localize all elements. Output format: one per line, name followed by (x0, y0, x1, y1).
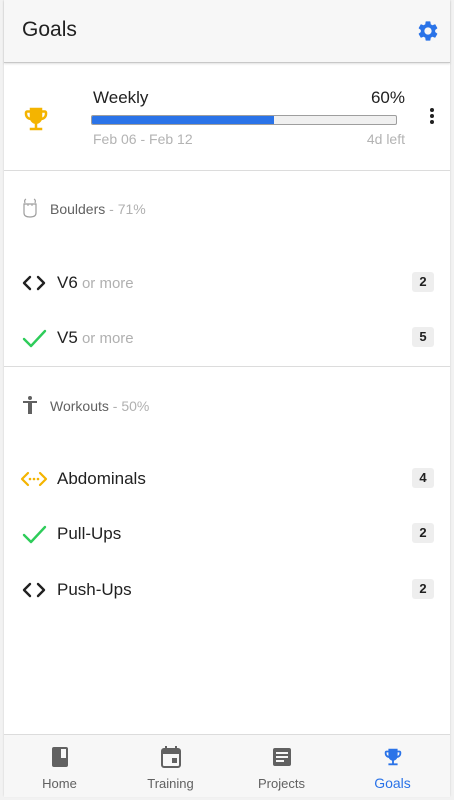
code-brackets-icon (22, 275, 46, 291)
gear-icon[interactable] (416, 19, 440, 43)
weekly-goal-card[interactable]: Weekly 60% Feb 06 - Feb 12 4d left (4, 64, 450, 171)
weekly-label: Weekly (93, 88, 149, 107)
goal-label: V5 or more (57, 328, 134, 347)
weekly-percent: 60% (370, 88, 405, 107)
weekly-time-left: 4d left (366, 131, 405, 147)
nav-goals[interactable]: Goals (337, 735, 448, 797)
count-badge: 2 (412, 523, 434, 543)
goal-row-abdominals[interactable]: Abdominals 4 (4, 459, 450, 499)
section-title: Workouts - 50% (50, 398, 150, 414)
nav-label: Training (147, 776, 194, 791)
goal-label: Push-Ups (57, 580, 132, 599)
weekly-progress-fill (92, 116, 275, 124)
goal-label: Abdominals (57, 469, 146, 488)
goal-row-push-ups[interactable]: Push-Ups 2 (4, 570, 450, 610)
nav-projects[interactable]: Projects (226, 735, 337, 797)
more-options-icon[interactable] (428, 108, 436, 128)
chalk-bag-icon (23, 198, 37, 218)
trophy-icon (384, 748, 402, 766)
calendar-icon (161, 746, 181, 768)
goal-label: Pull-Ups (57, 524, 122, 543)
section-divider (4, 366, 450, 367)
code-brackets-icon (22, 582, 46, 598)
nav-label: Home (42, 776, 77, 791)
nav-label: Projects (258, 776, 305, 791)
goal-label: V6 or more (57, 273, 134, 292)
weekly-dates: Feb 06 - Feb 12 (93, 131, 193, 147)
trophy-icon (24, 107, 48, 131)
count-badge: 5 (412, 327, 434, 347)
nav-training[interactable]: Training (115, 735, 226, 797)
section-title: Boulders - 71% (50, 201, 146, 217)
weekly-progress-bar (91, 115, 397, 125)
goal-row-v5[interactable]: V5 or more 5 (4, 318, 450, 358)
count-badge: 2 (412, 579, 434, 599)
goal-row-v6[interactable]: V6 or more 2 (4, 263, 450, 303)
section-boulders: Boulders - 71% (4, 193, 450, 223)
bottom-navigation: Home Training Projects Goals (4, 734, 450, 797)
dotted-brackets-icon (20, 471, 48, 487)
nav-label: Goals (374, 775, 411, 791)
nav-home[interactable]: Home (4, 735, 115, 797)
book-icon (52, 747, 68, 767)
list-icon (273, 748, 291, 766)
page-title: Goals (22, 18, 77, 41)
checkmark-icon (22, 329, 47, 348)
count-badge: 4 (412, 468, 434, 488)
section-workouts: Workouts - 50% (4, 390, 450, 420)
goal-row-pull-ups[interactable]: Pull-Ups 2 (4, 514, 450, 554)
checkmark-icon (22, 525, 47, 544)
count-badge: 2 (412, 272, 434, 292)
app-window: Goals Weekly 60% Feb 06 - Feb 12 4d left… (4, 0, 450, 797)
person-icon (23, 396, 37, 414)
app-bar: Goals (4, 0, 450, 63)
